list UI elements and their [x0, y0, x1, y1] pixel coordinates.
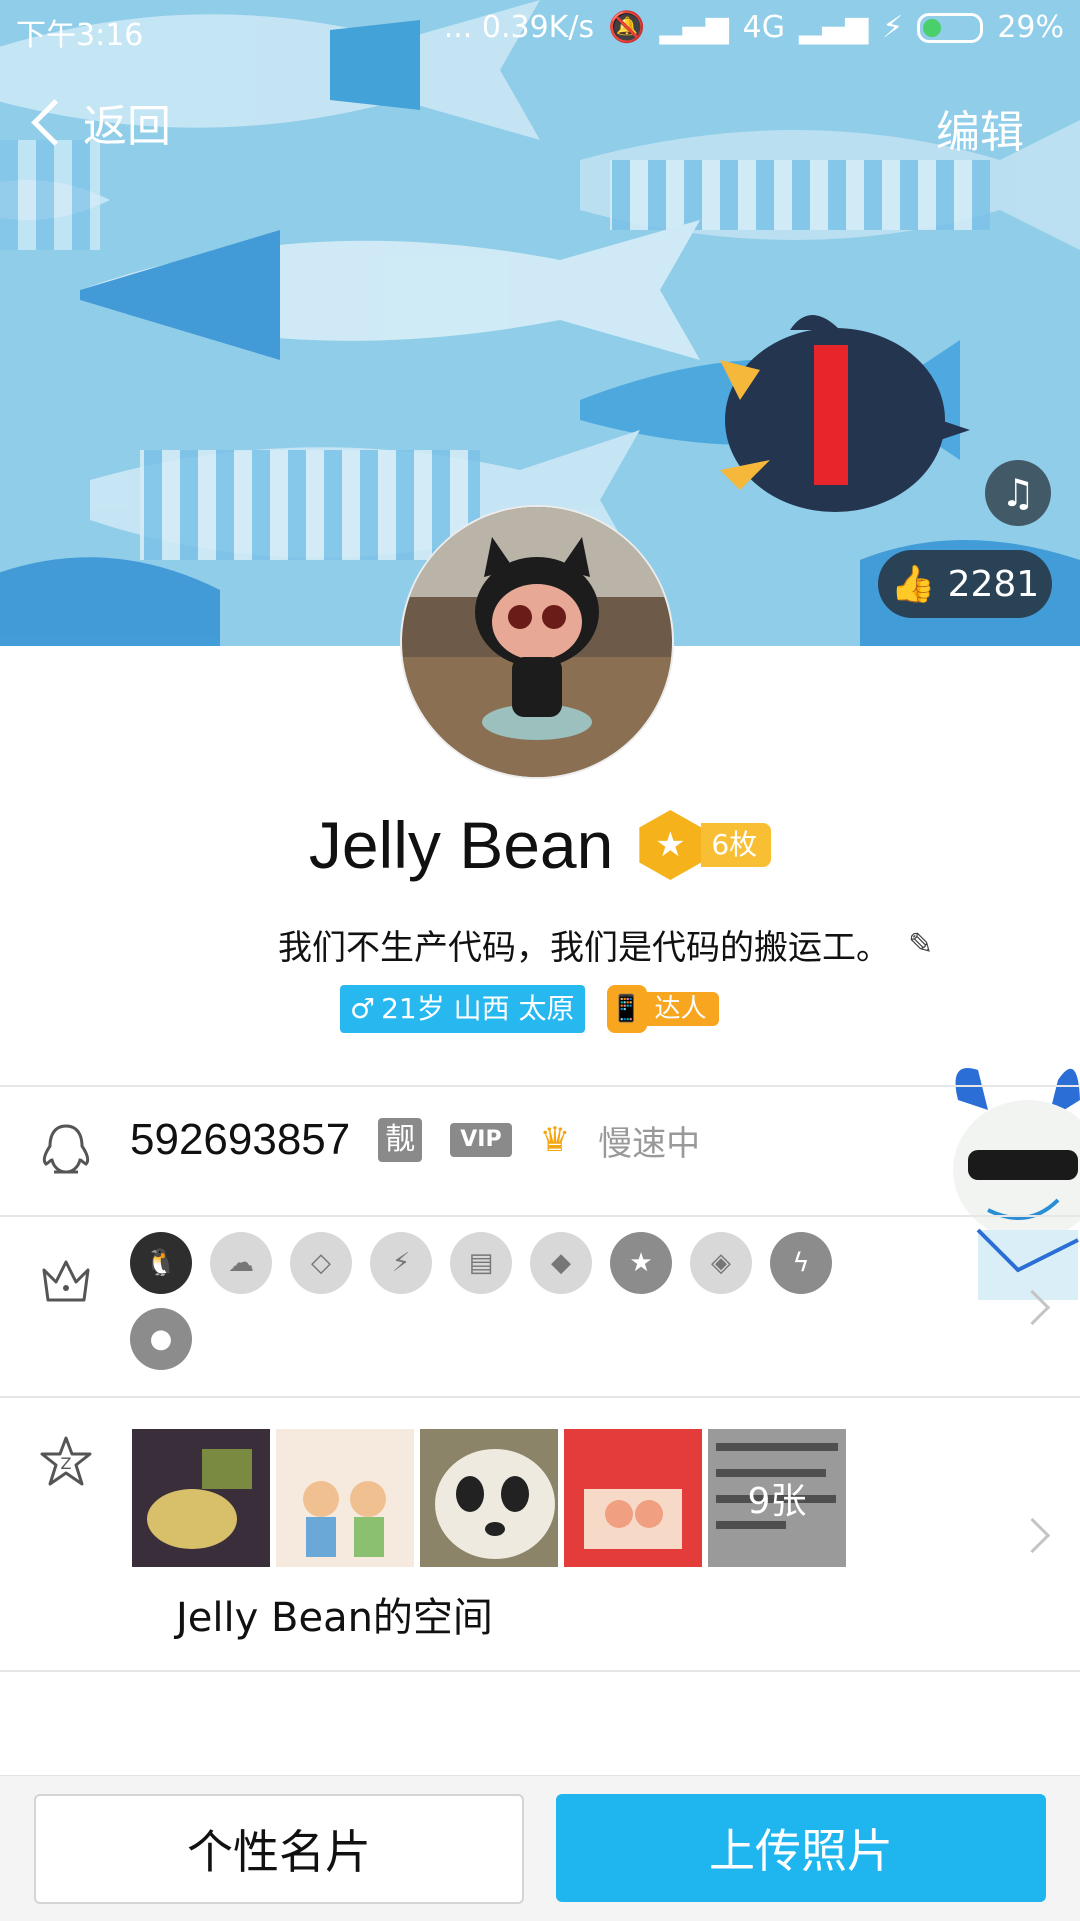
liang-badge: 靓 [378, 1118, 423, 1162]
avatar-image [402, 507, 672, 777]
like-button[interactable]: 👍 2281 [878, 550, 1052, 618]
weiyun-icon: ☁ [210, 1232, 272, 1294]
medal-badge[interactable]: ★ 6枚 [639, 810, 772, 880]
red-diamond-icon: ◆ [530, 1232, 592, 1294]
name-row: Jelly Bean ★ 6枚 [0, 800, 1080, 890]
divider [0, 1085, 1080, 1087]
signal-icon: ▂▄▆ [659, 10, 729, 45]
status-right-group: ... 0.39K/s 🔕 ▂▄▆ 4G ▂▄▆ ⚡ 29% [444, 10, 1064, 45]
lightning-diamond-icon: ⚡ [370, 1232, 432, 1294]
mascot-sticker-icon [953, 1068, 1080, 1300]
growth-icons[interactable]: 🐧 ☁ ◇ ⚡ ▤ ◆ ★ ◈ ϟ ● [130, 1232, 850, 1370]
back-label: 返回 [83, 101, 171, 152]
penguin-small-icon: ● [130, 1308, 192, 1370]
vip-badge: VIP [450, 1123, 512, 1157]
photo-thumb[interactable] [564, 1429, 702, 1567]
bottom-action-bar: 个性名片 上传照片 [0, 1775, 1080, 1921]
daren-badge[interactable]: 📱 达人 [606, 985, 719, 1033]
crown-outline-icon [42, 1260, 90, 1302]
photo-thumb[interactable] [132, 1429, 270, 1567]
phone-wings-icon: 📱 [606, 985, 647, 1033]
signal2-icon: ▂▄▆ [799, 10, 869, 45]
pink-diamond-icon: ◈ [690, 1232, 752, 1294]
divider [0, 1215, 1080, 1217]
qzone-star-icon: Z [40, 1436, 92, 1486]
music-toggle-icon[interactable]: ♫ [985, 460, 1051, 526]
top-bar: 返回 编辑 [0, 86, 1080, 166]
mute-icon: 🔕 [608, 10, 646, 45]
nickname: Jelly Bean [308, 808, 614, 882]
net-speed: ... 0.39K/s [443, 10, 595, 45]
avatar[interactable] [402, 507, 672, 777]
speed-status: 慢速中 [598, 1123, 701, 1164]
photo-thumb-more[interactable]: 9张 [708, 1429, 846, 1567]
photo-thumb[interactable] [420, 1429, 558, 1567]
svg-text:Z: Z [61, 1454, 72, 1473]
star-medal-icon: ★ [639, 810, 702, 880]
photo-thumb[interactable] [276, 1429, 414, 1567]
qq-penguin-outline-icon [42, 1124, 90, 1174]
age-location-tag: ♂ 21岁 山西 太原 [340, 985, 585, 1033]
qzone-title: Jelly Bean的空间 [176, 1595, 493, 1641]
space-chevron-icon[interactable] [1014, 1517, 1051, 1554]
signature-text: 我们不生产代码，我们是代码的搬运工。 [278, 928, 890, 968]
battery-icon [917, 12, 984, 43]
charging-icon: ⚡ [882, 10, 904, 45]
diamond-lv1-icon: ◇ [290, 1232, 352, 1294]
signature-row[interactable]: 我们不生产代码，我们是代码的搬运工。 ✎ [278, 920, 933, 969]
divider [0, 1396, 1080, 1398]
pencil-icon[interactable]: ✎ [908, 927, 933, 962]
profile-card-button[interactable]: 个性名片 [34, 1794, 524, 1904]
photo-count: 9张 [708, 1429, 846, 1567]
age-location-text: 21岁 山西 太原 [381, 992, 575, 1025]
thumbs-up-icon: 👍 [890, 564, 936, 605]
network-type: 4G [742, 10, 786, 45]
qq-penguin-icon: 🐧 [130, 1232, 192, 1294]
daren-label: 达人 [642, 992, 719, 1026]
profile-tags: ♂ 21岁 山西 太原 📱 达人 [340, 985, 719, 1033]
gender-icon: ♂ [350, 992, 376, 1025]
back-button[interactable]: 返回 [28, 90, 171, 154]
like-count: 2281 [947, 563, 1040, 605]
status-bar: 下午3:16 ... 0.39K/s 🔕 ▂▄▆ 4G ▂▄▆ ⚡ 29% [0, 0, 1080, 56]
edit-button[interactable]: 编辑 [936, 96, 1024, 160]
back-chevron-icon [31, 98, 78, 146]
qzone-photo-strip[interactable]: 9张 [132, 1429, 846, 1567]
qq-number: 592693857 [130, 1115, 351, 1164]
status-time: 下午3:16 [16, 18, 144, 53]
upload-photo-button[interactable]: 上传照片 [556, 1794, 1046, 1902]
divider [0, 1670, 1080, 1672]
qq-number-row[interactable]: 592693857 靓 VIP ♛ 慢速中 [130, 1115, 700, 1165]
book-icon: ▤ [450, 1232, 512, 1294]
medal-count: 6枚 [701, 823, 772, 867]
battery-level: 29% [997, 10, 1064, 45]
crown-icon: ♛ [539, 1120, 571, 1160]
star-icon: ★ [610, 1232, 672, 1294]
speed-icon: ϟ [770, 1232, 832, 1294]
